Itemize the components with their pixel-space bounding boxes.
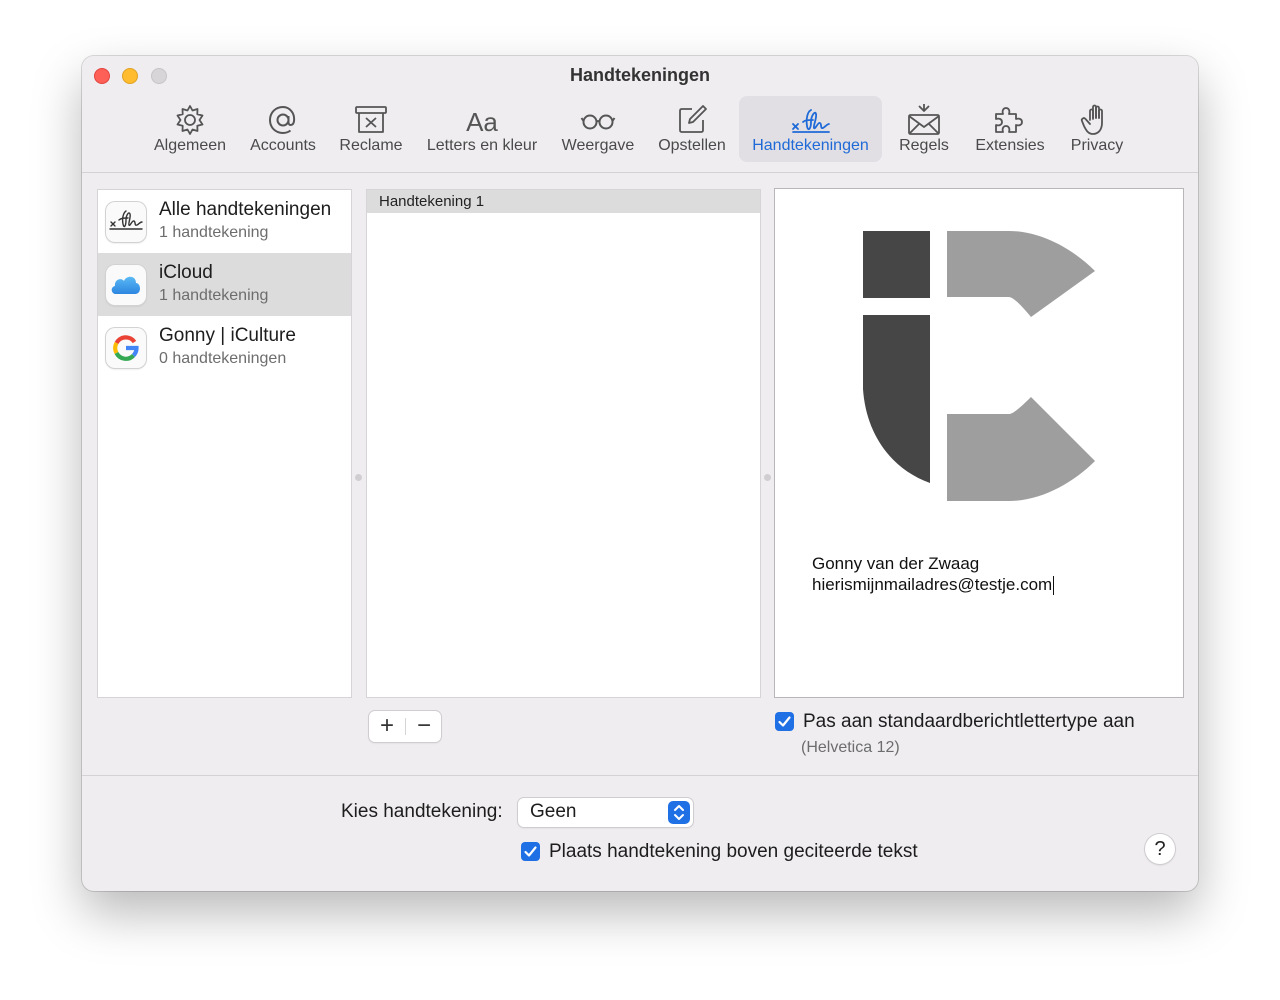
signature-editor[interactable]: Gonny van der Zwaag hierismijnmailadres@… bbox=[774, 188, 1184, 698]
section-divider bbox=[82, 775, 1198, 776]
tab-label: Handtekeningen bbox=[752, 137, 869, 154]
place-above-quoted-label: Plaats handtekening boven geciteerde tek… bbox=[549, 841, 918, 862]
account-row-icloud[interactable]: iCloud 1 handtekening bbox=[98, 253, 351, 316]
tab-label: Privacy bbox=[1070, 137, 1124, 154]
signature-icon bbox=[106, 202, 146, 242]
tab-label: Reclame bbox=[339, 137, 403, 154]
icloud-icon bbox=[106, 265, 146, 305]
signature-person-name: Gonny van der Zwaag bbox=[812, 554, 980, 573]
font-note: (Helvetica 12) bbox=[801, 739, 900, 756]
tab-extensies[interactable]: Extensies bbox=[966, 96, 1054, 162]
compose-icon bbox=[679, 105, 707, 133]
account-name: Gonny | iCulture bbox=[159, 325, 296, 346]
tab-label: Letters en kleur bbox=[426, 137, 538, 154]
tab-privacy[interactable]: Privacy bbox=[1060, 96, 1134, 162]
tab-label: Extensies bbox=[975, 137, 1045, 154]
tab-label: Opstellen bbox=[658, 137, 726, 154]
google-icon bbox=[106, 328, 146, 368]
tab-letters-en-kleur[interactable]: Aa Letters en kleur bbox=[418, 96, 546, 162]
account-name: Alle handtekeningen bbox=[159, 199, 332, 220]
help-button[interactable]: ? bbox=[1145, 834, 1175, 864]
tab-opstellen[interactable]: Opstellen bbox=[650, 96, 734, 162]
puzzle-icon bbox=[995, 107, 1023, 133]
split-view-handle[interactable] bbox=[764, 474, 771, 481]
account-signature-count: 1 handtekening bbox=[159, 287, 269, 304]
text-caret bbox=[1053, 576, 1055, 596]
account-row-all[interactable]: Alle handtekeningen 1 handtekening bbox=[98, 190, 351, 253]
checkmark-icon bbox=[778, 716, 791, 727]
signature-name: Handtekening 1 bbox=[379, 193, 485, 210]
match-font-checkbox[interactable] bbox=[775, 712, 794, 731]
split-view-handle[interactable] bbox=[355, 474, 362, 481]
checkmark-icon bbox=[524, 846, 537, 857]
svg-text:Aa: Aa bbox=[466, 107, 498, 137]
account-name: iCloud bbox=[159, 262, 213, 283]
accounts-list: Alle handtekeningen 1 handtekening iClou… bbox=[97, 189, 352, 698]
hand-icon bbox=[1080, 104, 1103, 135]
chevron-up-down-icon bbox=[668, 801, 690, 824]
place-above-quoted-checkbox[interactable] bbox=[521, 842, 540, 861]
add-signature-button[interactable]: + bbox=[369, 711, 405, 742]
rules-icon bbox=[908, 104, 940, 135]
tab-label: Weergave bbox=[561, 137, 635, 154]
match-font-label: Pas aan standaardberichtlettertype aan bbox=[803, 711, 1135, 732]
tab-algemeen[interactable]: Algemeen bbox=[148, 96, 232, 162]
iculture-logo bbox=[863, 231, 1095, 501]
signature-text[interactable]: Gonny van der Zwaag hierismijnmailadres@… bbox=[812, 553, 1055, 596]
tab-regels[interactable]: Regels bbox=[890, 96, 958, 162]
tab-label: Accounts bbox=[250, 137, 316, 154]
account-signature-count: 0 handtekeningen bbox=[159, 350, 287, 367]
window-title: Handtekeningen bbox=[569, 65, 711, 85]
signature-icon bbox=[791, 109, 830, 133]
preferences-toolbar: Algemeen Accounts Reclame Aa Letters en … bbox=[82, 96, 1198, 162]
titlebar: Handtekeningen Algemeen Accounts Reclame… bbox=[82, 56, 1198, 173]
tab-weergave[interactable]: Weergave bbox=[556, 96, 640, 162]
choose-signature-select[interactable]: Geen bbox=[518, 798, 693, 827]
remove-signature-button[interactable]: − bbox=[406, 711, 442, 742]
add-remove-control: + − bbox=[369, 711, 441, 742]
gear-icon bbox=[176, 105, 204, 135]
signatures-list: Handtekening 1 bbox=[366, 189, 761, 698]
tab-reclame[interactable]: Reclame bbox=[330, 96, 412, 162]
choose-signature-label: Kies handtekening: bbox=[341, 801, 503, 822]
fonts-icon: Aa bbox=[466, 107, 498, 137]
tab-handtekeningen[interactable]: Handtekeningen bbox=[739, 96, 882, 162]
glasses-icon bbox=[580, 114, 616, 130]
signature-email: hierismijnmailadres@testje.com bbox=[812, 575, 1053, 594]
tab-accounts[interactable]: Accounts bbox=[242, 96, 324, 162]
tab-label: Algemeen bbox=[153, 137, 227, 154]
preferences-window: Handtekeningen Algemeen Accounts Reclame… bbox=[82, 56, 1198, 891]
select-value: Geen bbox=[530, 801, 577, 822]
signature-row[interactable]: Handtekening 1 bbox=[367, 190, 760, 213]
at-icon bbox=[268, 105, 296, 135]
account-signature-count: 1 handtekening bbox=[159, 224, 269, 241]
tab-label: Regels bbox=[899, 137, 949, 154]
account-row-google[interactable]: Gonny | iCulture 0 handtekeningen bbox=[98, 316, 351, 379]
junk-icon bbox=[355, 106, 387, 133]
